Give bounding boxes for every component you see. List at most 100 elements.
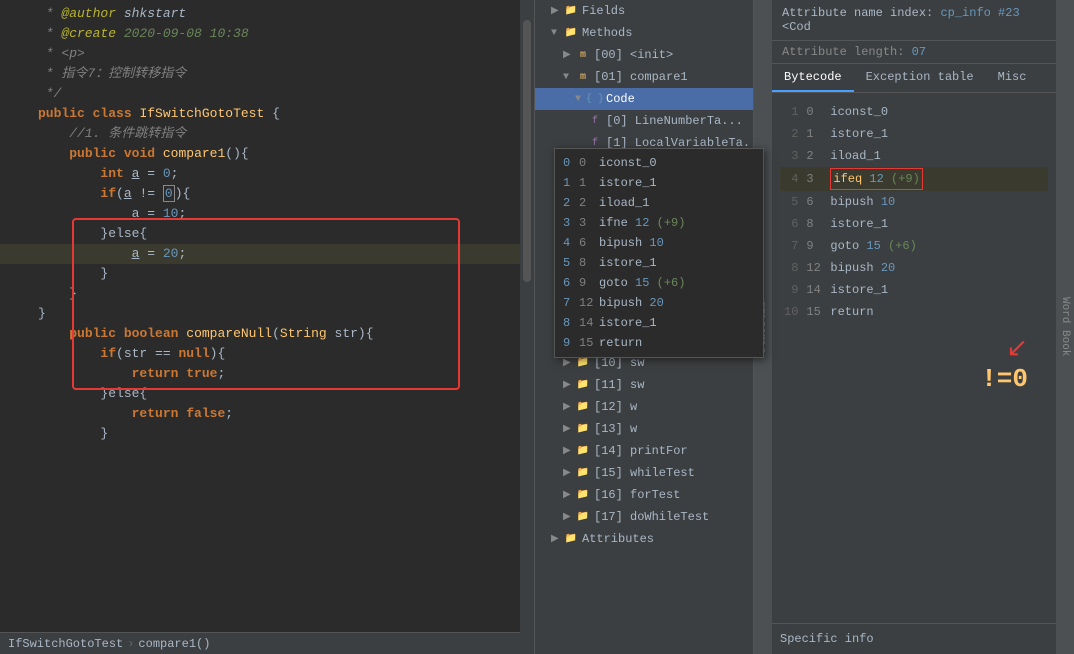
chevron-right-icon: ▶ [563, 445, 575, 457]
tree-item-12[interactable]: ▶ 📁 [12] w [535, 396, 753, 418]
folder-icon: 📁 [563, 25, 579, 41]
tree-item-fields[interactable]: ▶ 📁 Fields [535, 0, 753, 22]
code-line: * 指令7：控制转移指令 [0, 64, 520, 84]
tab-misc[interactable]: Misc [986, 64, 1039, 92]
line-text: if(str == null){ [38, 344, 520, 364]
bytecode-popup: 0 0 iconst_0 1 1 istore_1 2 2 iload_1 3 … [554, 148, 754, 358]
tree-item-11[interactable]: ▶ 📁 [11] sw [535, 374, 753, 396]
line-text: public class IfSwitchGotoTest { [38, 104, 520, 124]
tree-panel: ▶ 📁 Fields ▼ 📁 Methods ▶ m [00] <init> ▼… [534, 0, 754, 654]
code-scrollbar[interactable] [520, 0, 534, 654]
folder-icon: 📁 [575, 443, 591, 459]
tree-item-linenumber[interactable]: f [0] LineNumberTa... [535, 110, 753, 132]
bytecode-content: 1 0 iconst_0 2 1 istore_1 3 2 iload_1 4 … [772, 93, 1056, 623]
tree-label-attributes: Attributes [582, 532, 654, 546]
code-line: } [0, 304, 520, 324]
bc-popup-line: 9 15 return [555, 333, 754, 353]
tree-item-15[interactable]: ▶ 📁 [15] whileTest [535, 462, 753, 484]
folder-icon: 📁 [563, 3, 579, 19]
neq0-annotation: !=0 [780, 364, 1028, 394]
attribute-header: Attribute name index: cp_info #23 <Cod [772, 0, 1056, 41]
bc-popup-line: 6 9 goto 15 (+6) [555, 273, 754, 293]
tree-label-16: [16] forTest [594, 488, 680, 502]
method-icon: m [575, 69, 591, 85]
folder-icon: 📁 [575, 487, 591, 503]
chevron-right-icon: ▶ [563, 511, 575, 523]
line-text: */ [38, 84, 520, 104]
bc-popup-line: 1 1 istore_1 [555, 173, 754, 193]
tree-label-10: [10] sw [594, 356, 644, 370]
tree-label-linenumber: [0] LineNumberTa... [606, 114, 743, 128]
tree-item-13[interactable]: ▶ 📁 [13] w [535, 418, 753, 440]
code-line: * @create 2020-09-08 10:38 [0, 24, 520, 44]
chevron-right-icon: ▶ [551, 5, 563, 17]
tab-exception-table[interactable]: Exception table [854, 64, 986, 92]
table-row: 8 12 bipush 20 [780, 257, 1048, 279]
chevron-down-icon: ▼ [551, 28, 563, 39]
right-panel: Attribute name index: cp_info #23 <Cod A… [772, 0, 1056, 654]
specific-info: Specific info [772, 623, 1056, 654]
breadcrumb-class: IfSwitchGotoTest [8, 637, 123, 651]
line-text: }else{ [38, 384, 520, 404]
table-row: 2 1 istore_1 [780, 123, 1048, 145]
line-text: if(a != 0){ [38, 184, 520, 204]
chevron-right-icon: ▶ [563, 423, 575, 435]
chevron-right-icon: ▶ [563, 489, 575, 501]
code-line: } [0, 264, 520, 284]
folder-icon: 📁 [575, 421, 591, 437]
tree-item-methods[interactable]: ▼ 📁 Methods [535, 22, 753, 44]
line-text: a = 20; [38, 244, 520, 264]
code-line: * <p> [0, 44, 520, 64]
code-line: return false; [0, 404, 520, 424]
tree-item-init[interactable]: ▶ m [00] <init> [535, 44, 753, 66]
specific-info-label: Specific info [780, 632, 874, 646]
attr-name-label: Attribute name index: [782, 6, 933, 20]
arrow-icon: ↙ [1006, 334, 1028, 364]
folder-icon: 📁 [575, 377, 591, 393]
line-text: //1. 条件跳转指令 [38, 124, 520, 144]
code-line: if(a != 0){ [0, 184, 520, 204]
code-line: } [0, 284, 520, 304]
code-line: * @author shkstart [0, 4, 520, 24]
breadcrumb-method: compare1() [138, 637, 210, 651]
attr-name-ref: cp_info #23 [940, 6, 1019, 20]
tree-item-code[interactable]: ▼ { } Code [535, 88, 753, 110]
code-icon: { } [587, 91, 603, 107]
neq0-annotation-container: ↙ !=0 [780, 333, 1048, 394]
line-text: return false; [38, 404, 520, 424]
tree-item-16[interactable]: ▶ 📁 [16] forTest [535, 484, 753, 506]
code-line: public void compare1(){ [0, 144, 520, 164]
tree-item-17[interactable]: ▶ 📁 [17] doWhileTest [535, 506, 753, 528]
code-line: public boolean compareNull(String str){ [0, 324, 520, 344]
table-row: 7 9 goto 15 (+6) [780, 235, 1048, 257]
tree-label-11: [11] sw [594, 378, 644, 392]
tree-label-compare1: [01] compare1 [594, 70, 688, 84]
breadcrumb: IfSwitchGotoTest › compare1() [0, 632, 520, 654]
line-text: public boolean compareNull(String str){ [38, 324, 520, 344]
table-row: 9 14 istore_1 [780, 279, 1048, 301]
table-row: 5 6 bipush 10 [780, 191, 1048, 213]
table-row: 10 15 return [780, 301, 1048, 323]
tree-item-14[interactable]: ▶ 📁 [14] printFor [535, 440, 753, 462]
code-line: //1. 条件跳转指令 [0, 124, 520, 144]
folder-icon: 📁 [575, 399, 591, 415]
code-panel: * @author shkstart * @create 2020-09-08 … [0, 0, 520, 654]
breadcrumb-separator: › [127, 637, 134, 651]
line-text: int a = 0; [38, 164, 520, 184]
bc-popup-line: 8 14 istore_1 [555, 313, 754, 333]
field-icon: f [587, 113, 603, 129]
tree-label-code: Code [606, 92, 635, 106]
tree-label-fields: Fields [582, 4, 625, 18]
line-text: } [38, 424, 520, 444]
tree-item-attributes[interactable]: ▶ 📁 Attributes [535, 528, 753, 550]
table-row: 6 8 istore_1 [780, 213, 1048, 235]
tree-label-12: [12] w [594, 400, 637, 414]
line-text: }else{ [38, 224, 520, 244]
bytecode-table: 1 0 iconst_0 2 1 istore_1 3 2 iload_1 4 … [780, 101, 1048, 323]
code-line: */ [0, 84, 520, 104]
tree-item-compare1[interactable]: ▼ m [01] compare1 [535, 66, 753, 88]
tab-bytecode[interactable]: Bytecode [772, 64, 854, 92]
chevron-right-icon: ▶ [563, 357, 575, 369]
code-line: }else{ [0, 224, 520, 244]
code-line: a = 10; [0, 204, 520, 224]
